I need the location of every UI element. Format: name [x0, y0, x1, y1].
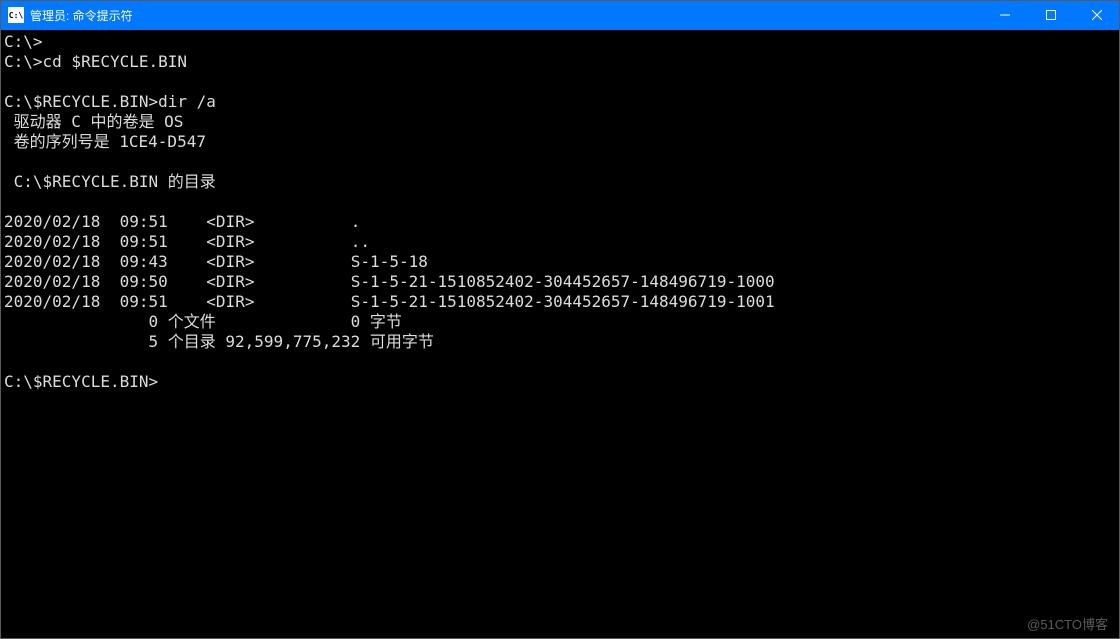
close-icon — [1092, 10, 1102, 20]
app-icon: C:\ — [8, 7, 24, 23]
terminal-output[interactable]: C:\> C:\>cd $RECYCLE.BIN C:\$RECYCLE.BIN… — [0, 30, 1120, 394]
minimize-icon — [1000, 10, 1010, 20]
maximize-icon — [1046, 10, 1056, 20]
maximize-button[interactable] — [1028, 0, 1074, 30]
window-title: 管理员: 命令提示符 — [30, 7, 133, 24]
minimize-button[interactable] — [982, 0, 1028, 30]
close-button[interactable] — [1074, 0, 1120, 30]
watermark: @51CTO博客 — [1027, 614, 1108, 633]
window-titlebar[interactable]: C:\ 管理员: 命令提示符 — [0, 0, 1120, 30]
window-controls — [982, 0, 1120, 30]
